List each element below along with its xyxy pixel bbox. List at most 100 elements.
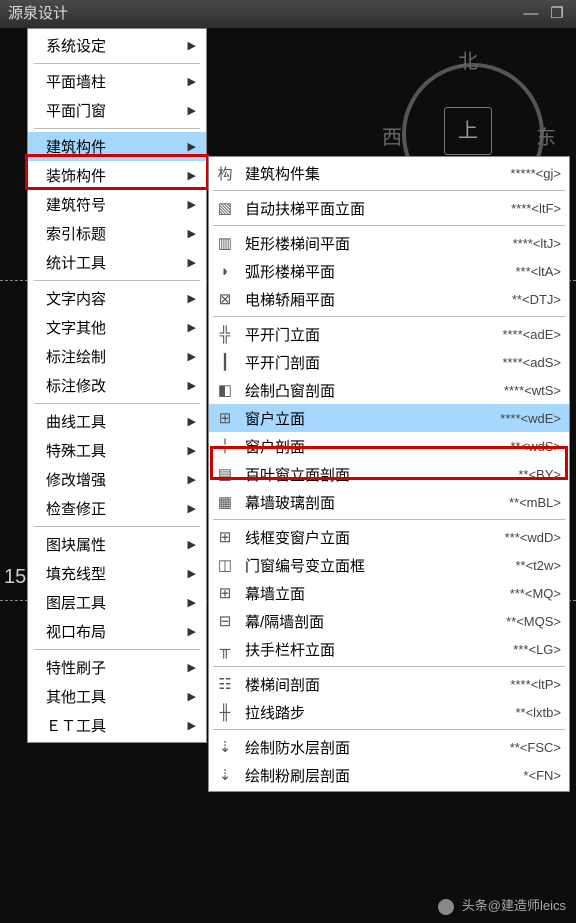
submenu-item-shortcut: ****<ltF> bbox=[511, 201, 561, 216]
main-menu-item[interactable]: 视口布局▶ bbox=[28, 617, 206, 646]
submenu-item[interactable]: ⇣绘制防水层剖面**<FSC> bbox=[209, 733, 569, 761]
compass-west: 西 bbox=[382, 121, 402, 150]
restore-icon[interactable]: ❐ bbox=[546, 0, 568, 28]
submenu-item[interactable]: ⊞窗户立面****<wdE> bbox=[209, 404, 569, 432]
compass-up[interactable]: 上 bbox=[444, 107, 492, 155]
main-menu-item[interactable]: ＥＴ工具 ▶ bbox=[28, 711, 206, 740]
submenu-item-shortcut: **<BY> bbox=[518, 467, 561, 482]
submenu-item[interactable]: ⊟幕/隔墙剖面**<MQS> bbox=[209, 607, 569, 635]
main-menu-item[interactable]: 其他工具▶ bbox=[28, 682, 206, 711]
main-menu-item[interactable]: 标注绘制▶ bbox=[28, 342, 206, 371]
chevron-right-icon: ▶ bbox=[188, 473, 196, 486]
menu-item-label: 建筑符号 bbox=[46, 194, 106, 215]
submenu-item-label: 拉线踏步 bbox=[245, 702, 509, 723]
chevron-right-icon: ▶ bbox=[188, 661, 196, 674]
submenu-item-icon: ⊠ bbox=[213, 288, 237, 310]
submenu-item[interactable]: ⊞ 幕墙立面 ***<MQ> bbox=[209, 579, 569, 607]
menu-item-label: 索引标题 bbox=[46, 223, 106, 244]
main-menu-item[interactable]: 图块属性 ▶ bbox=[28, 530, 206, 559]
menu-item-label: 图块属性 bbox=[46, 534, 106, 555]
menu-item-label: 建筑构件 bbox=[46, 136, 106, 157]
compass-east: 东 bbox=[536, 121, 556, 150]
main-menu-item[interactable]: 特性刷子 ▶ bbox=[28, 653, 206, 682]
window-title: 源泉设计 bbox=[8, 0, 68, 28]
submenu-item[interactable]: ╬平开门立面****<adE> bbox=[209, 320, 569, 348]
submenu-item[interactable]: 构建筑构件集*****<gj> bbox=[209, 159, 569, 187]
submenu-item-icon: ⊞ bbox=[213, 526, 237, 548]
main-menu-item[interactable]: 统计工具▶ bbox=[28, 248, 206, 277]
submenu-building-components[interactable]: 构建筑构件集*****<gj>▧自动扶梯平面立面****<ltF>▥矩形楼梯间平… bbox=[208, 156, 570, 792]
menu-item-label: 平面门窗 bbox=[46, 100, 106, 121]
menu-item-label: 其他工具 bbox=[46, 686, 106, 707]
submenu-item[interactable]: ╥扶手栏杆立面***<LG> bbox=[209, 635, 569, 663]
menu-separator bbox=[213, 225, 565, 226]
submenu-item[interactable]: ⊠电梯轿厢平面**<DTJ> bbox=[209, 285, 569, 313]
submenu-item-label: 窗户立面 bbox=[245, 408, 494, 429]
submenu-item-icon: ▦ bbox=[213, 491, 237, 513]
compass-north: 北 bbox=[458, 45, 478, 74]
main-menu-item[interactable]: 填充线型▶ bbox=[28, 559, 206, 588]
main-menu-item[interactable]: 特殊工具▶ bbox=[28, 436, 206, 465]
submenu-item[interactable]: ☷楼梯间剖面****<ltP> bbox=[209, 670, 569, 698]
submenu-item-label: 百叶窗立面剖面 bbox=[245, 464, 512, 485]
menu-item-label: 检查修正 bbox=[46, 498, 106, 519]
submenu-item-shortcut: ***<wdD> bbox=[505, 530, 561, 545]
submenu-item[interactable]: ◫门窗编号变立面框**<t2w> bbox=[209, 551, 569, 579]
main-menu-item[interactable]: 平面墙柱▶ bbox=[28, 67, 206, 96]
main-menu-item[interactable]: 装饰构件▶ bbox=[28, 161, 206, 190]
main-menu-item[interactable]: 建筑构件▶ bbox=[28, 132, 206, 161]
submenu-item[interactable]: ▤百叶窗立面剖面**<BY> bbox=[209, 460, 569, 488]
chevron-right-icon: ▶ bbox=[188, 596, 196, 609]
main-menu-item[interactable]: 建筑符号 ▶ bbox=[28, 190, 206, 219]
chevron-right-icon: ▶ bbox=[188, 415, 196, 428]
submenu-item-icon: ╥ bbox=[213, 638, 237, 660]
main-menu[interactable]: 系统设定▶平面墙柱▶平面门窗▶建筑构件▶装饰构件▶建筑符号▶索引标题▶统计工具▶… bbox=[27, 28, 207, 743]
main-menu-item[interactable]: 系统设定▶ bbox=[28, 31, 206, 60]
submenu-item[interactable]: ┃平开门剖面****<adS> bbox=[209, 348, 569, 376]
chevron-right-icon: ▶ bbox=[188, 719, 196, 732]
submenu-item-label: 矩形楼梯间平面 bbox=[245, 233, 507, 254]
submenu-item[interactable]: ◧绘制凸窗剖面****<wtS> bbox=[209, 376, 569, 404]
main-menu-item[interactable]: 平面门窗▶ bbox=[28, 96, 206, 125]
submenu-item[interactable]: ▥矩形楼梯间平面****<ltJ> bbox=[209, 229, 569, 257]
submenu-item[interactable]: ╫拉线踏步**<lxtb> bbox=[209, 698, 569, 726]
submenu-item[interactable]: ⊞ 线框变窗户立面 ***<wdD> bbox=[209, 523, 569, 551]
chevron-right-icon: ▶ bbox=[188, 538, 196, 551]
main-menu-item[interactable]: 文字其他▶ bbox=[28, 313, 206, 342]
main-menu-item[interactable]: 曲线工具 ▶ bbox=[28, 407, 206, 436]
submenu-item[interactable]: ▦幕墙玻璃剖面**<mBL> bbox=[209, 488, 569, 516]
submenu-item-shortcut: ***<ltA> bbox=[515, 264, 561, 279]
menu-separator bbox=[34, 649, 200, 650]
submenu-item-shortcut: **<wdS> bbox=[510, 439, 561, 454]
submenu-item-icon: ⊞ bbox=[213, 407, 237, 429]
submenu-item[interactable]: ◗ 弧形楼梯平面 ***<ltA> bbox=[209, 257, 569, 285]
submenu-item-shortcut: ****<ltJ> bbox=[513, 236, 561, 251]
submenu-item-label: 自动扶梯平面立面 bbox=[245, 198, 505, 219]
submenu-item-icon: ⊞ bbox=[213, 582, 237, 604]
submenu-item-icon: ⇣ bbox=[213, 764, 237, 786]
main-menu-item[interactable]: 索引标题▶ bbox=[28, 219, 206, 248]
submenu-item[interactable]: ⇣绘制粉刷层剖面*<FN> bbox=[209, 761, 569, 789]
submenu-item-icon: ◗ bbox=[213, 260, 237, 282]
main-menu-item[interactable]: 检查修正▶ bbox=[28, 494, 206, 523]
submenu-item-label: 幕墙立面 bbox=[245, 583, 504, 604]
menu-item-label: 特殊工具 bbox=[46, 440, 106, 461]
minimize-icon[interactable]: — bbox=[520, 0, 542, 28]
submenu-item-shortcut: ***<MQ> bbox=[510, 586, 561, 601]
chevron-right-icon: ▶ bbox=[188, 198, 196, 211]
chevron-right-icon: ▶ bbox=[188, 75, 196, 88]
title-bar[interactable]: 源泉设计 — ❐ bbox=[0, 0, 576, 29]
submenu-item-label: 线框变窗户立面 bbox=[245, 527, 499, 548]
submenu-item-label: 弧形楼梯平面 bbox=[245, 261, 509, 282]
submenu-item[interactable]: ╎窗户剖面**<wdS> bbox=[209, 432, 569, 460]
menu-item-label: ＥＴ工具 bbox=[46, 715, 106, 736]
menu-item-label: 曲线工具 bbox=[46, 411, 106, 432]
main-menu-item[interactable]: 标注修改▶ bbox=[28, 371, 206, 400]
main-menu-item[interactable]: 文字内容▶ bbox=[28, 284, 206, 313]
main-menu-item[interactable]: 修改增强▶ bbox=[28, 465, 206, 494]
menu-item-label: 特性刷子 bbox=[46, 657, 106, 678]
submenu-item[interactable]: ▧自动扶梯平面立面****<ltF> bbox=[209, 194, 569, 222]
main-menu-item[interactable]: 图层工具▶ bbox=[28, 588, 206, 617]
bg-number: 15 bbox=[4, 566, 26, 589]
menu-item-label: 统计工具 bbox=[46, 252, 106, 273]
